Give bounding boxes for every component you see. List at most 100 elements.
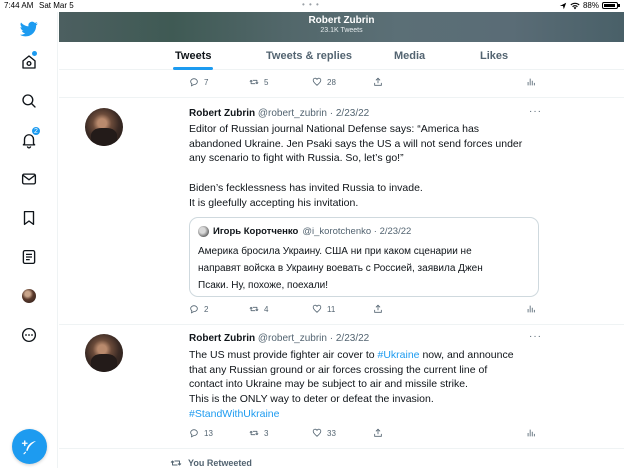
like-button[interactable]: 33 <box>312 428 336 438</box>
reply-button[interactable]: 2 <box>189 304 208 314</box>
tweet-line: It is gleefully accepting his invitation… <box>189 196 359 209</box>
you-retweeted-note: You Retweeted <box>170 457 252 468</box>
sidebar-item-messages[interactable] <box>18 168 40 190</box>
header-tweet-count: 23.1K Tweets <box>320 27 363 34</box>
notifications-badge: 2 <box>31 126 41 136</box>
tweet-line: Biden’s fecklessness has invited Russia … <box>189 181 423 194</box>
reply-icon <box>190 305 198 314</box>
previous-tweet-actions: 7 5 28 <box>0 77 624 91</box>
retweet-icon <box>249 306 259 312</box>
tweet-line: The US must provide fighter air cover to… <box>189 348 539 363</box>
reply-count: 2 <box>204 304 209 314</box>
hashtag-link[interactable]: #StandWithUkraine <box>189 407 539 422</box>
divider <box>59 324 624 325</box>
tweet-line: that any Russian ground or air forces cr… <box>189 363 488 376</box>
share-button[interactable] <box>373 304 383 314</box>
status-indicators: 88% <box>559 1 620 10</box>
reply-count: 13 <box>204 428 213 438</box>
heart-icon <box>312 428 322 437</box>
like-count: 28 <box>327 77 336 87</box>
tweet-actions: 13 3 33 <box>0 428 624 442</box>
sidebar-item-notifications[interactable]: 2 <box>18 126 41 151</box>
battery-icon <box>602 2 620 9</box>
multitasking-dots[interactable]: • • • <box>302 0 320 9</box>
more-options-icon[interactable]: ··· <box>529 106 542 117</box>
share-icon <box>374 77 382 86</box>
quoted-line: Америка бросила Украину. США ни при како… <box>198 246 472 257</box>
tab-likes[interactable]: Likes <box>480 50 508 62</box>
battery-percent: 88% <box>582 1 599 10</box>
tweet-header: Robert Zubrin @robert_zubrin · 2/23/22 <box>189 108 369 119</box>
active-tab-indicator <box>173 67 213 70</box>
twitter-logo-icon[interactable] <box>18 18 40 40</box>
retweet-button[interactable]: 4 <box>249 304 268 314</box>
hashtag-link[interactable]: #Ukraine <box>378 349 420 361</box>
sidebar-item-bookmarks[interactable] <box>18 207 40 229</box>
tweet-author-name[interactable]: Robert Zubrin <box>189 333 255 344</box>
analytics-icon <box>527 78 535 86</box>
quoted-line: направят войска в Украину воевать с Росс… <box>198 263 483 274</box>
share-icon <box>374 304 382 313</box>
retweet-count: 3 <box>264 428 269 438</box>
tab-tweets[interactable]: Tweets <box>175 50 211 62</box>
more-options-icon[interactable]: ··· <box>529 331 542 342</box>
analytics-button[interactable] <box>526 77 536 87</box>
reply-icon <box>190 78 198 87</box>
quoted-tweet[interactable]: Игорь Коротченко @i_korotchenko · 2/23/2… <box>189 217 539 297</box>
like-button[interactable]: 11 <box>312 304 335 314</box>
search-icon <box>22 94 36 108</box>
divider <box>59 97 624 98</box>
sidebar-item-home[interactable] <box>18 51 40 73</box>
tweet-line: Editor of Russian journal National Defen… <box>189 123 480 135</box>
tab-media[interactable]: Media <box>394 50 425 62</box>
you-retweeted-label: You Retweeted <box>188 458 252 468</box>
quoted-line: Псаки. Ну, похоже, поехали! <box>198 280 329 291</box>
reply-count: 7 <box>204 77 209 87</box>
analytics-button[interactable] <box>526 304 536 314</box>
profile-tabs: Tweets Tweets & replies Media Likes <box>59 42 624 70</box>
status-bar: 7:44 AM Sat Mar 5 • • • 88% <box>0 0 624 12</box>
retweet-count: 5 <box>264 77 269 87</box>
sidebar-item-lists[interactable] <box>18 246 40 268</box>
tweet-author-avatar[interactable] <box>85 334 123 372</box>
more-circle-icon <box>21 327 37 343</box>
tweet-text: Editor of Russian journal National Defen… <box>189 122 539 210</box>
status-date: Sat Mar 5 <box>39 1 74 10</box>
quoted-author-avatar <box>198 226 209 237</box>
like-count: 11 <box>327 304 336 314</box>
tweet-line: This is the ONLY way to deter or defeat … <box>189 393 434 406</box>
reply-button[interactable]: 13 <box>189 428 213 438</box>
like-button[interactable]: 28 <box>312 77 336 87</box>
tweet-header: Robert Zubrin @robert_zubrin · 2/23/22 <box>189 333 369 344</box>
tweet-line: abandoned Ukraine. Jen Psaki says the US… <box>189 137 523 150</box>
quoted-author-name: Игорь Коротченко <box>213 226 299 237</box>
tweet-handle-date[interactable]: @robert_zubrin · 2/23/22 <box>258 108 369 119</box>
retweet-count: 4 <box>264 304 269 314</box>
divider <box>59 448 624 449</box>
heart-icon <box>312 304 322 313</box>
share-button[interactable] <box>373 77 383 87</box>
bookmark-icon <box>23 210 35 226</box>
profile-header-banner: Robert Zubrin 23.1K Tweets <box>59 12 624 42</box>
sidebar-item-explore[interactable] <box>18 90 40 112</box>
tweet-line: any scenario to fight with Russia. So, l… <box>189 152 404 165</box>
share-icon <box>374 428 382 437</box>
retweet-icon <box>249 79 259 85</box>
reply-button[interactable]: 7 <box>189 77 208 87</box>
status-time: 7:44 AM <box>4 1 34 10</box>
retweet-icon <box>249 430 259 436</box>
list-icon <box>22 249 36 265</box>
sidebar-item-more[interactable] <box>18 324 40 346</box>
tweet-author-avatar[interactable] <box>85 108 123 146</box>
tweet-author-name[interactable]: Robert Zubrin <box>189 108 255 119</box>
share-button[interactable] <box>373 428 383 438</box>
retweet-button[interactable]: 5 <box>249 77 268 87</box>
home-new-dot <box>32 51 37 56</box>
tweet-handle-date[interactable]: @robert_zubrin · 2/23/22 <box>258 333 369 344</box>
profile-avatar-icon <box>22 289 36 303</box>
tweet-line: contact into Ukraine may be subject to a… <box>189 378 468 391</box>
analytics-button[interactable] <box>526 428 536 438</box>
tab-tweets-and-replies[interactable]: Tweets & replies <box>266 50 352 62</box>
retweet-button[interactable]: 3 <box>249 428 268 438</box>
